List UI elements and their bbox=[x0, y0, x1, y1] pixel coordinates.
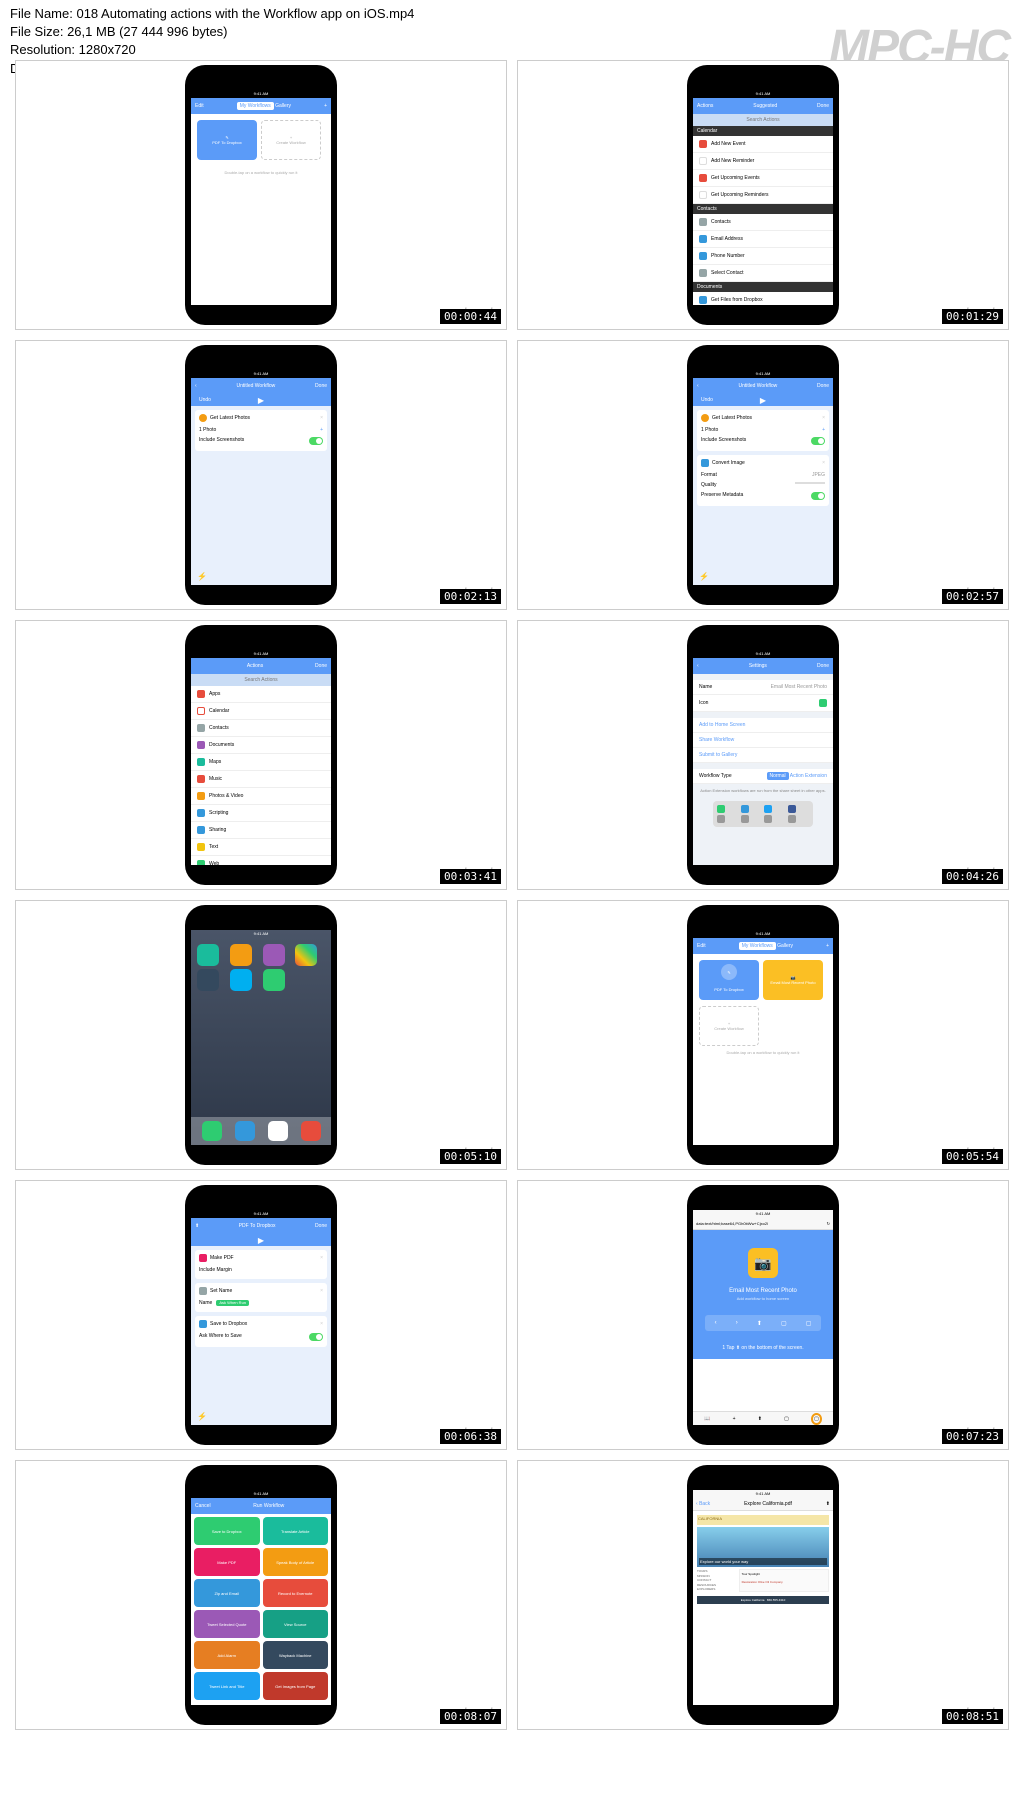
camera-icon: 📷 bbox=[748, 1248, 778, 1278]
thumbnail-8[interactable]: 9:41 AM EditMy Workflows Gallery+ ✎PDF T… bbox=[517, 900, 1009, 1170]
back-button[interactable]: ‹ Back bbox=[696, 1501, 710, 1507]
dock[interactable] bbox=[191, 1117, 331, 1145]
thumbnail-7[interactable]: 9:41 AM lynda00:05:10 bbox=[15, 900, 507, 1170]
cancel-button[interactable]: Cancel bbox=[195, 1503, 211, 1509]
search-input[interactable]: Search Actions bbox=[693, 114, 833, 126]
action-card[interactable]: Get Latest Photos× 1 Photo+ Include Scre… bbox=[195, 410, 327, 451]
wand-icon[interactable]: ⚡ bbox=[197, 572, 207, 581]
thumbnail-12[interactable]: 9:41 AM ‹ BackExplore California.pdf⬆ CA… bbox=[517, 1460, 1009, 1730]
nav-bar: EditMy Workflows Gallery+ bbox=[191, 98, 331, 114]
safari-toolbar[interactable]: 📖+⬆▢▢ bbox=[693, 1411, 833, 1425]
hint-text: Double-tap on a workflow to quickly run … bbox=[191, 166, 331, 179]
url-bar[interactable]: data:text/html;base64,PGh0bWw+Cjxo2l ↻ bbox=[693, 1218, 833, 1230]
add-button[interactable]: + bbox=[324, 103, 327, 109]
share-icon[interactable]: ⬆ bbox=[826, 1501, 830, 1507]
home-screen[interactable] bbox=[191, 938, 331, 997]
thumbnail-9[interactable]: 9:41 AM ⬆PDF To DropboxDone ▶ Make PDF× … bbox=[15, 1180, 507, 1450]
icon-picker[interactable] bbox=[819, 699, 827, 707]
thumbnail-2[interactable]: 9:41 AM ActionsSuggestedDone Search Acti… bbox=[517, 60, 1009, 330]
action-item[interactable]: Add New Event bbox=[693, 136, 833, 153]
status-bar: 9:41 AM bbox=[191, 90, 331, 98]
thumbnail-4[interactable]: 9:41 AM ‹Untitled WorkflowDone Undo▶ Get… bbox=[517, 340, 1009, 610]
toggle[interactable] bbox=[309, 437, 323, 445]
done-button[interactable]: Done bbox=[817, 103, 829, 109]
play-button[interactable]: ▶ bbox=[258, 396, 264, 405]
thumbnail-grid: 9:41 AM EditMy Workflows Gallery+ ✎PDF T… bbox=[15, 60, 1009, 1730]
thumbnail-5[interactable]: 9:41 AM ActionsDone Search Actions Apps … bbox=[15, 620, 507, 890]
edit-button[interactable]: Edit bbox=[195, 103, 204, 109]
thumbnail-3[interactable]: 9:41 AM ‹Untitled WorkflowDone Undo▶ Get… bbox=[15, 340, 507, 610]
thumbnail-11[interactable]: 9:41 AM CancelRun Workflow Save to Dropb… bbox=[15, 1460, 507, 1730]
thumbnail-6[interactable]: 9:41 AM ‹SettingsDone NameEmail Most Rec… bbox=[517, 620, 1009, 890]
timestamp: 00:00:44 bbox=[440, 309, 501, 324]
workflow-tile[interactable]: ✎PDF To Dropbox bbox=[197, 120, 257, 160]
back-button[interactable]: Actions bbox=[697, 103, 713, 109]
thumbnail-10[interactable]: 9:41 AM data:text/html;base64,PGh0bWw+Cj… bbox=[517, 1180, 1009, 1450]
thumbnail-1[interactable]: 9:41 AM EditMy Workflows Gallery+ ✎PDF T… bbox=[15, 60, 507, 330]
create-workflow[interactable]: +Create Workflow bbox=[261, 120, 321, 160]
